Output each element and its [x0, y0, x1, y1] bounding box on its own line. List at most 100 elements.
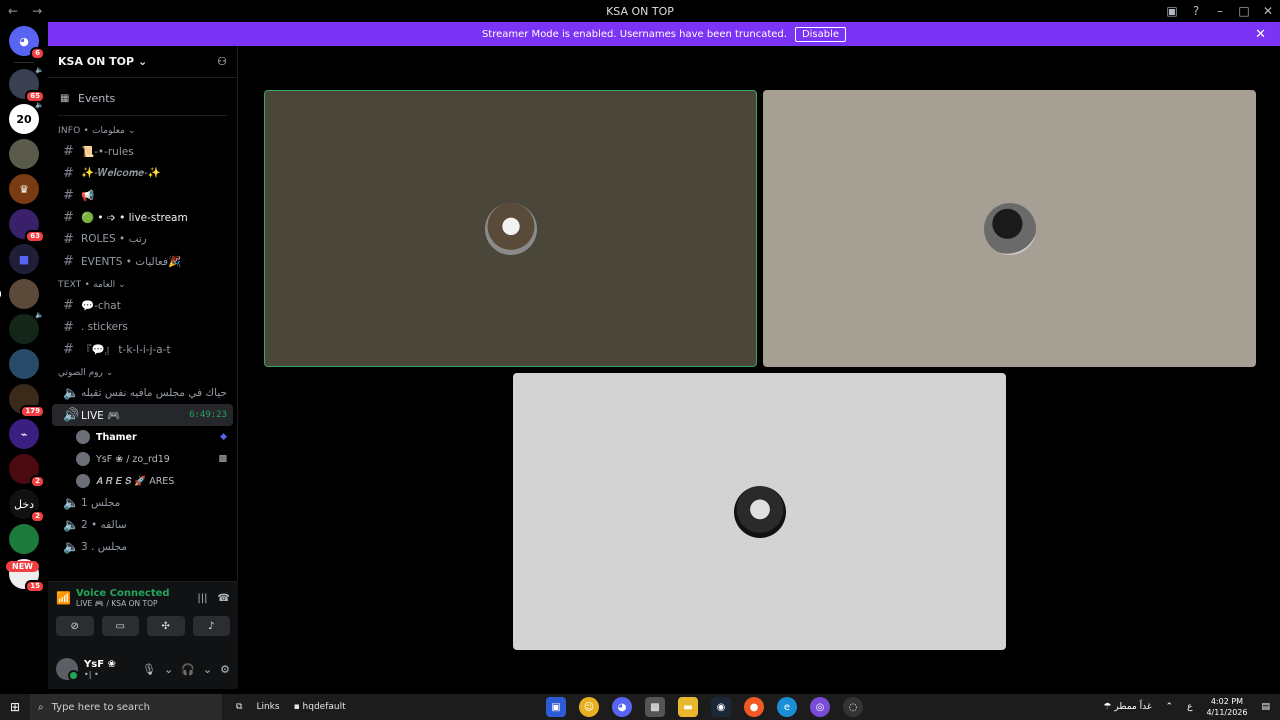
hash-icon: #: [63, 165, 74, 181]
share-screen-button[interactable]: ▭: [101, 616, 139, 636]
channel-announcements[interactable]: # 📢: [52, 184, 233, 206]
hash-icon: #: [63, 297, 74, 313]
taskbar-search[interactable]: ⌕ Type here to search: [30, 694, 222, 720]
taskbar: ⊞ ⌕ Type here to search ⧉ Links ▪ hqdefa…: [0, 694, 1280, 720]
app-icon[interactable]: ▣: [546, 697, 566, 717]
app-icon[interactable]: ◎: [810, 697, 830, 717]
channel-welcome[interactable]: # ✨-𝑾𝒆𝒍𝒄𝒐𝒎𝒆-✨: [52, 162, 233, 184]
chevron-down-icon[interactable]: ⌄: [203, 663, 212, 676]
window-title: KSA ON TOP: [606, 4, 674, 18]
server-icon[interactable]: [9, 524, 39, 554]
title-bar: ← → KSA ON TOP ▣ ? – □ ✕: [0, 0, 1280, 22]
edge-icon[interactable]: e: [777, 697, 797, 717]
hqdefault-toolbar[interactable]: ▪ hqdefault: [294, 702, 346, 712]
user-avatar[interactable]: [56, 658, 79, 681]
chevron-down-icon[interactable]: ⌄: [164, 663, 173, 676]
new-badge: NEW: [6, 561, 39, 572]
screen-share-icon: ▭: [115, 620, 125, 632]
server-icon[interactable]: 🔈 65: [9, 66, 45, 103]
channel-roles[interactable]: # ROLES • رتب: [52, 228, 233, 250]
participant-tile[interactable]: [763, 90, 1256, 367]
disconnect-icon[interactable]: ☎: [218, 593, 230, 604]
channel-chat[interactable]: # 💬-chat: [52, 294, 233, 316]
headphones-icon[interactable]: 🎧: [181, 663, 195, 676]
participant-tile[interactable]: [264, 90, 757, 367]
server-icon[interactable]: ♛: [9, 174, 39, 204]
events-item[interactable]: ▦ Events: [48, 84, 237, 112]
server-header[interactable]: KSA ON TOP ⌄ ⚇: [48, 46, 237, 78]
channel-tkli[interactable]: # 『💬』 t-k-l-i-j-a-t: [52, 338, 233, 360]
settings-gear-icon[interactable]: ⚙: [220, 663, 230, 676]
channel-sidebar: KSA ON TOP ⌄ ⚇ ▦ Events INFO • معلومات ⌄…: [48, 46, 238, 581]
start-button[interactable]: ⊞: [0, 700, 30, 714]
app-icon[interactable]: ◌: [843, 697, 863, 717]
soundboard-button[interactable]: ♪: [192, 616, 230, 636]
server-icon[interactable]: دخل 2: [9, 489, 45, 523]
category-info[interactable]: INFO • معلومات ⌄: [48, 122, 237, 140]
voice-connection-panel: 📶 Voice Connected LIVE 🎮 / KSA ON TOP ||…: [48, 581, 238, 649]
channel-stickers[interactable]: #. stickers: [52, 316, 233, 338]
channel-live-stream[interactable]: # 🟢 • ➩ • live-stream: [52, 206, 233, 228]
weather-widget[interactable]: ☂ غداً ممطر: [1103, 702, 1151, 712]
category-voice[interactable]: روم الصوتي ⌄: [48, 364, 237, 382]
voice-status-subtitle[interactable]: LIVE 🎮 / KSA ON TOP: [76, 599, 170, 608]
language-indicator[interactable]: ع: [1187, 702, 1192, 712]
server-icon[interactable]: [9, 139, 39, 169]
home-button[interactable]: ◕ 6: [9, 26, 45, 60]
back-arrow-icon[interactable]: ←: [8, 4, 18, 18]
avatar: [76, 474, 90, 488]
discord-taskbar-icon[interactable]: ◕: [612, 697, 632, 717]
activities-button[interactable]: ✣: [147, 616, 185, 636]
channel-events[interactable]: # EVENTS • فعاليات🎉: [52, 250, 233, 272]
app-icon[interactable]: ●: [744, 697, 764, 717]
inbox-icon[interactable]: ▣: [1160, 4, 1184, 18]
voice-channel[interactable]: 🔈 حياك في مجلس مافيه نفس ثقيله: [52, 382, 233, 404]
category-text[interactable]: TEXT • العامه ⌄: [48, 276, 237, 294]
calendar-icon: ▦: [60, 92, 70, 104]
search-icon: ⌕: [38, 701, 44, 713]
microphone-icon[interactable]: 🎙: [142, 663, 156, 676]
server-list: ◕ 6 🔈 65 20 🔈 ♛ 63 ■ 🔈 179 ⌁ 2 دخل 2 15: [0, 22, 48, 694]
server-icon[interactable]: 2: [9, 454, 45, 488]
channel-rules[interactable]: # 📜-•-rules: [52, 140, 233, 162]
add-member-icon[interactable]: ⚇: [217, 55, 227, 68]
app-icon[interactable]: ☺: [579, 697, 599, 717]
steam-icon[interactable]: ◉: [711, 697, 731, 717]
server-icon[interactable]: [9, 349, 39, 379]
voice-status-title[interactable]: Voice Connected: [76, 588, 170, 599]
minimize-button[interactable]: –: [1208, 4, 1232, 18]
maximize-button[interactable]: □: [1232, 4, 1256, 18]
voice-channel[interactable]: 🔈 مجلس 1: [52, 492, 233, 514]
disable-streamer-button[interactable]: Disable: [794, 26, 847, 42]
task-view-icon[interactable]: ⧉: [236, 702, 242, 712]
server-icon[interactable]: ⌁: [9, 419, 39, 449]
close-banner-icon[interactable]: ✕: [1255, 27, 1266, 42]
server-icon[interactable]: 179: [9, 384, 45, 418]
server-folder[interactable]: ■: [9, 244, 39, 274]
voice-user[interactable]: 𝑨 𝑹 𝑬 𝑺 🚀 ARES: [48, 470, 237, 492]
server-icon[interactable]: 🔈: [9, 311, 44, 344]
server-icon[interactable]: 63: [9, 209, 45, 243]
signal-icon[interactable]: 📶: [56, 591, 76, 605]
close-window-button[interactable]: ✕: [1256, 4, 1280, 18]
server-icon[interactable]: [0, 279, 39, 309]
clock[interactable]: 4:02 PM 4/11/2026: [1206, 696, 1247, 718]
voice-user[interactable]: YsF ❀ / zo_rd19 ▩: [48, 448, 237, 470]
file-explorer-icon[interactable]: ▬: [678, 697, 698, 717]
wing-icon: ⌁: [20, 427, 28, 441]
voice-channel-live[interactable]: 🔊 LIVE 🎮 6:49:23: [52, 404, 233, 426]
noise-suppression-icon[interactable]: |||: [197, 593, 207, 604]
notification-icon[interactable]: ▤: [1261, 702, 1270, 712]
chevron-up-icon[interactable]: ⌃: [1166, 702, 1174, 712]
server-icon[interactable]: 20 🔈: [9, 101, 44, 134]
voice-channel[interactable]: 🔈 سالفه • 2: [52, 514, 233, 536]
forward-arrow-icon[interactable]: →: [32, 4, 42, 18]
participant-tile[interactable]: [513, 373, 1006, 650]
help-icon[interactable]: ?: [1184, 4, 1208, 18]
camera-off-button[interactable]: ⊘: [56, 616, 94, 636]
voice-channel[interactable]: 🔈 مجلس . 3: [52, 536, 233, 558]
voice-user[interactable]: Thamer ◆: [48, 426, 237, 448]
links-toolbar[interactable]: Links: [256, 702, 279, 712]
streamer-mode-banner: Streamer Mode is enabled. Usernames have…: [48, 22, 1280, 46]
app-icon[interactable]: ▩: [645, 697, 665, 717]
